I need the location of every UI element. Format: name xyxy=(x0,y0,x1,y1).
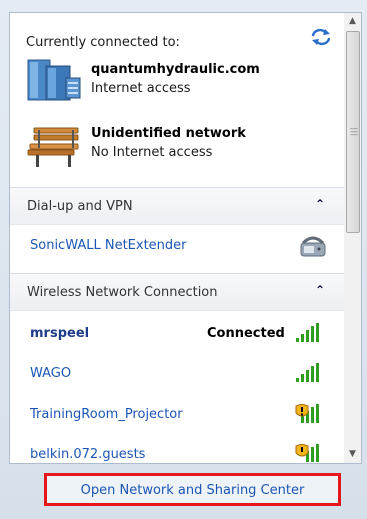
connection-name: quantumhydraulic.com xyxy=(91,62,260,77)
public-bench-network-icon xyxy=(27,127,79,167)
unsecured-signal-shield-icon xyxy=(295,444,319,462)
grip-icon: — — — xyxy=(350,124,358,139)
section-dialup-vpn[interactable]: Dial-up and VPN ⌃ xyxy=(10,187,344,225)
connection-status: Internet access xyxy=(91,81,191,96)
wifi-network-belkin[interactable]: belkin.072.guests xyxy=(10,438,344,462)
scroll-up-arrow-icon[interactable]: ▲ xyxy=(344,13,361,30)
collapse-chevron-icon[interactable]: ⌃ xyxy=(315,283,325,297)
scrollbar-thumb[interactable]: — — — xyxy=(346,31,360,233)
connection-name: Unidentified network xyxy=(91,126,246,141)
refresh-icon[interactable] xyxy=(310,27,332,47)
vertical-scrollbar[interactable]: ▲ — — — ▼ xyxy=(344,12,362,464)
collapse-chevron-icon[interactable]: ⌃ xyxy=(315,197,325,211)
phone-modem-icon xyxy=(300,236,326,257)
wifi-name: TrainingRoom_Projector xyxy=(30,407,183,422)
vpn-item-sonicwall[interactable]: SonicWALL NetExtender xyxy=(10,229,344,263)
domain-network-icon xyxy=(27,59,81,101)
signal-strength-icon xyxy=(296,363,319,382)
section-label: Dial-up and VPN xyxy=(27,199,133,214)
unsecured-signal-shield-icon xyxy=(295,404,319,423)
footer-link-label: Open Network and Sharing Center xyxy=(80,483,305,498)
scroll-down-arrow-icon[interactable]: ▼ xyxy=(344,446,361,463)
wifi-connection-status: Connected xyxy=(207,326,285,341)
connection-domain: quantumhydraulic.com Internet access xyxy=(26,56,326,108)
vpn-name: SonicWALL NetExtender xyxy=(30,238,187,253)
open-network-sharing-center-link[interactable]: Open Network and Sharing Center xyxy=(44,473,341,506)
wifi-network-wago[interactable]: WAGO xyxy=(10,357,344,391)
section-wireless[interactable]: Wireless Network Connection ⌃ xyxy=(10,273,344,311)
connection-unidentified: Unidentified network No Internet access xyxy=(26,120,326,172)
wifi-name: mrspeel xyxy=(30,326,90,341)
section-label: Wireless Network Connection xyxy=(27,285,218,300)
signal-strength-icon xyxy=(296,323,319,342)
connection-status: No Internet access xyxy=(91,145,213,160)
currently-connected-heading: Currently connected to: xyxy=(26,35,180,50)
wifi-network-mrspeel[interactable]: mrspeel Connected xyxy=(10,317,344,351)
wifi-network-trainingroom[interactable]: TrainingRoom_Projector xyxy=(10,398,344,432)
wifi-name: WAGO xyxy=(30,366,72,381)
wifi-name: belkin.072.guests xyxy=(30,447,146,462)
